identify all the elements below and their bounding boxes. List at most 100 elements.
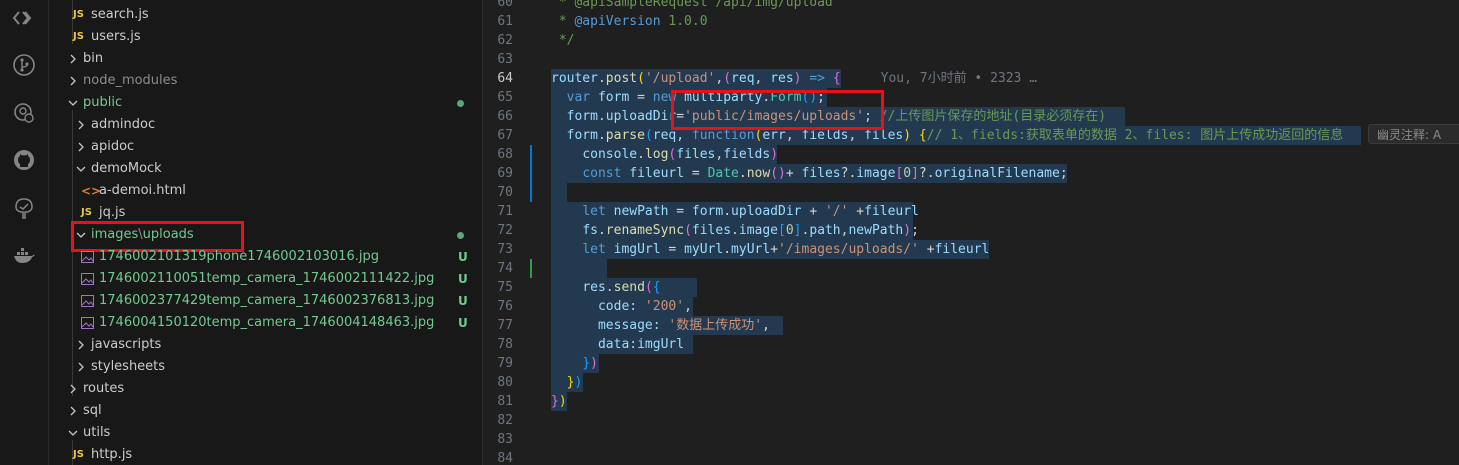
code-editor[interactable]: 60 61 62 63 64 65 66 67 68 69 70 71 72 73 74 75 76 77 78 79… bbox=[483, 0, 1459, 465]
remote-explorer-icon[interactable] bbox=[12, 6, 36, 30]
image-file-icon bbox=[81, 251, 94, 263]
folder-label: routes bbox=[83, 381, 125, 396]
folder-label: bin bbox=[83, 51, 104, 66]
chevron-right-icon bbox=[78, 362, 84, 372]
code-line-75: res.send({ bbox=[582, 280, 661, 295]
line-number: 65 bbox=[497, 90, 513, 105]
explorer-tree: JS search.js JS users.js bin node_module… bbox=[49, 0, 483, 465]
line-number: 66 bbox=[497, 109, 513, 124]
testing-icon[interactable] bbox=[12, 196, 36, 220]
file-jq-js[interactable]: JS jq.js bbox=[49, 202, 482, 224]
code-line-68: console.log(files,fields) bbox=[582, 147, 779, 162]
code-line-76: code: '200', bbox=[597, 299, 692, 314]
chevron-right-icon bbox=[70, 76, 76, 86]
chevron-right-icon bbox=[70, 406, 76, 416]
line-number: 82 bbox=[497, 413, 513, 428]
line-number: 72 bbox=[497, 223, 513, 238]
file-image-3[interactable]: 1746002377429temp_camera_1746002376813.j… bbox=[49, 290, 482, 312]
selection-highlight bbox=[551, 259, 607, 278]
line-number: 68 bbox=[497, 147, 513, 162]
modified-lines-indicator bbox=[530, 145, 532, 202]
code-line-81: }) bbox=[551, 394, 567, 409]
chevron-right-icon bbox=[70, 54, 76, 64]
line-number: 73 bbox=[497, 242, 513, 257]
folder-javascripts[interactable]: javascripts bbox=[49, 334, 482, 356]
git-change-dot bbox=[457, 232, 464, 239]
file-http-js[interactable]: JS http.js bbox=[49, 444, 482, 465]
git-status-badge: U bbox=[458, 272, 468, 286]
line-number: 64 bbox=[497, 71, 513, 86]
chevron-right-icon bbox=[78, 142, 84, 152]
file-search-js[interactable]: JS search.js bbox=[49, 4, 482, 26]
ghost-comment-hint[interactable]: 幽灵注释: A bbox=[1368, 124, 1459, 144]
git-change-dot bbox=[457, 100, 464, 107]
image-file-icon bbox=[81, 317, 94, 329]
added-line-indicator bbox=[530, 259, 532, 278]
code-line-77: message: '数据上传成功', bbox=[597, 318, 770, 333]
js-file-icon: JS bbox=[73, 449, 84, 460]
image-file-icon bbox=[81, 273, 94, 285]
activity-bar bbox=[0, 0, 49, 465]
file-a-demoi-html[interactable]: <> a-demoi.html bbox=[49, 180, 482, 202]
line-number: 69 bbox=[497, 166, 513, 181]
code-line-67: form.parse(req, function(err, fields, fi… bbox=[566, 128, 1344, 143]
file-image-1[interactable]: 1746002101319phone1746002103016.jpg U bbox=[49, 246, 482, 268]
code-line-66: form.uploadDir='public/images/uploads'; … bbox=[566, 109, 1107, 124]
image-file-icon bbox=[81, 295, 94, 307]
line-number: 71 bbox=[497, 204, 513, 219]
folder-demomock[interactable]: demoMock bbox=[49, 158, 482, 180]
line-number: 79 bbox=[497, 356, 513, 371]
folder-bin[interactable]: bin bbox=[49, 48, 482, 70]
folder-node-modules[interactable]: node_modules bbox=[49, 70, 482, 92]
folder-label: public bbox=[83, 95, 123, 110]
code-line-72: fs.renameSync(files.image[0].path,newPat… bbox=[582, 223, 919, 238]
folder-apidoc[interactable]: apidoc bbox=[49, 136, 482, 158]
folder-label: node_modules bbox=[83, 73, 178, 88]
file-label: a-demoi.html bbox=[99, 183, 186, 198]
folder-public[interactable]: public bbox=[49, 92, 482, 114]
folder-label: admindoc bbox=[91, 117, 156, 132]
folder-routes[interactable]: routes bbox=[49, 378, 482, 400]
chevron-right-icon bbox=[70, 384, 76, 394]
code-line-65: var form = new multiparty.Form(); bbox=[566, 90, 825, 105]
line-number: 70 bbox=[497, 185, 513, 200]
chevron-down-icon bbox=[68, 100, 78, 106]
chevron-right-icon bbox=[78, 120, 84, 130]
folder-admindoc[interactable]: admindoc bbox=[49, 114, 482, 136]
folder-images-uploads[interactable]: images\uploads bbox=[49, 224, 482, 246]
file-image-4[interactable]: 1746004150120temp_camera_1746004148463.j… bbox=[49, 312, 482, 334]
source-control-icon[interactable] bbox=[12, 53, 36, 77]
folder-utils[interactable]: utils bbox=[49, 422, 482, 444]
file-label: 1746002101319phone1746002103016.jpg bbox=[99, 249, 379, 264]
folder-stylesheets[interactable]: stylesheets bbox=[49, 356, 482, 378]
folder-label: apidoc bbox=[91, 139, 135, 154]
line-number: 75 bbox=[497, 280, 513, 295]
file-label: users.js bbox=[91, 29, 141, 44]
line-number: 67 bbox=[497, 128, 513, 143]
line-number: 81 bbox=[497, 394, 513, 409]
code-line-61: * @apiVersion 1.0.0 bbox=[551, 14, 708, 29]
git-status-badge: U bbox=[458, 250, 468, 264]
folder-label: images bbox=[91, 227, 139, 242]
line-number: 78 bbox=[497, 337, 513, 352]
code-line-69: const fileurl = Date.now()+ files?.image… bbox=[582, 166, 1068, 181]
line-number: 80 bbox=[497, 375, 513, 390]
file-image-2[interactable]: 1746002110051temp_camera_1746002111422.j… bbox=[49, 268, 482, 290]
code-line-78: data:imgUrl bbox=[597, 337, 685, 352]
line-number: 74 bbox=[497, 261, 513, 276]
code-line-79: }) bbox=[582, 356, 598, 371]
run-debug-icon[interactable] bbox=[12, 100, 36, 124]
folder-sql[interactable]: sql bbox=[49, 400, 482, 422]
chevron-right-icon bbox=[78, 340, 84, 350]
folder-label: sql bbox=[83, 403, 102, 418]
code-line-73: let imgUrl = myUrl.myUrl+'/images/upload… bbox=[582, 242, 990, 257]
js-file-icon: JS bbox=[81, 207, 92, 218]
file-label: 1746002110051temp_camera_1746002111422.j… bbox=[99, 271, 435, 286]
github-icon[interactable] bbox=[12, 148, 36, 172]
selection-highlight bbox=[551, 183, 567, 202]
line-number: 76 bbox=[497, 299, 513, 314]
code-line-64: router.post('/upload',(req, res) => {You… bbox=[551, 71, 1038, 86]
docker-icon[interactable] bbox=[12, 244, 36, 268]
file-users-js[interactable]: JS users.js bbox=[49, 26, 482, 48]
folder-label: demoMock bbox=[91, 161, 162, 176]
